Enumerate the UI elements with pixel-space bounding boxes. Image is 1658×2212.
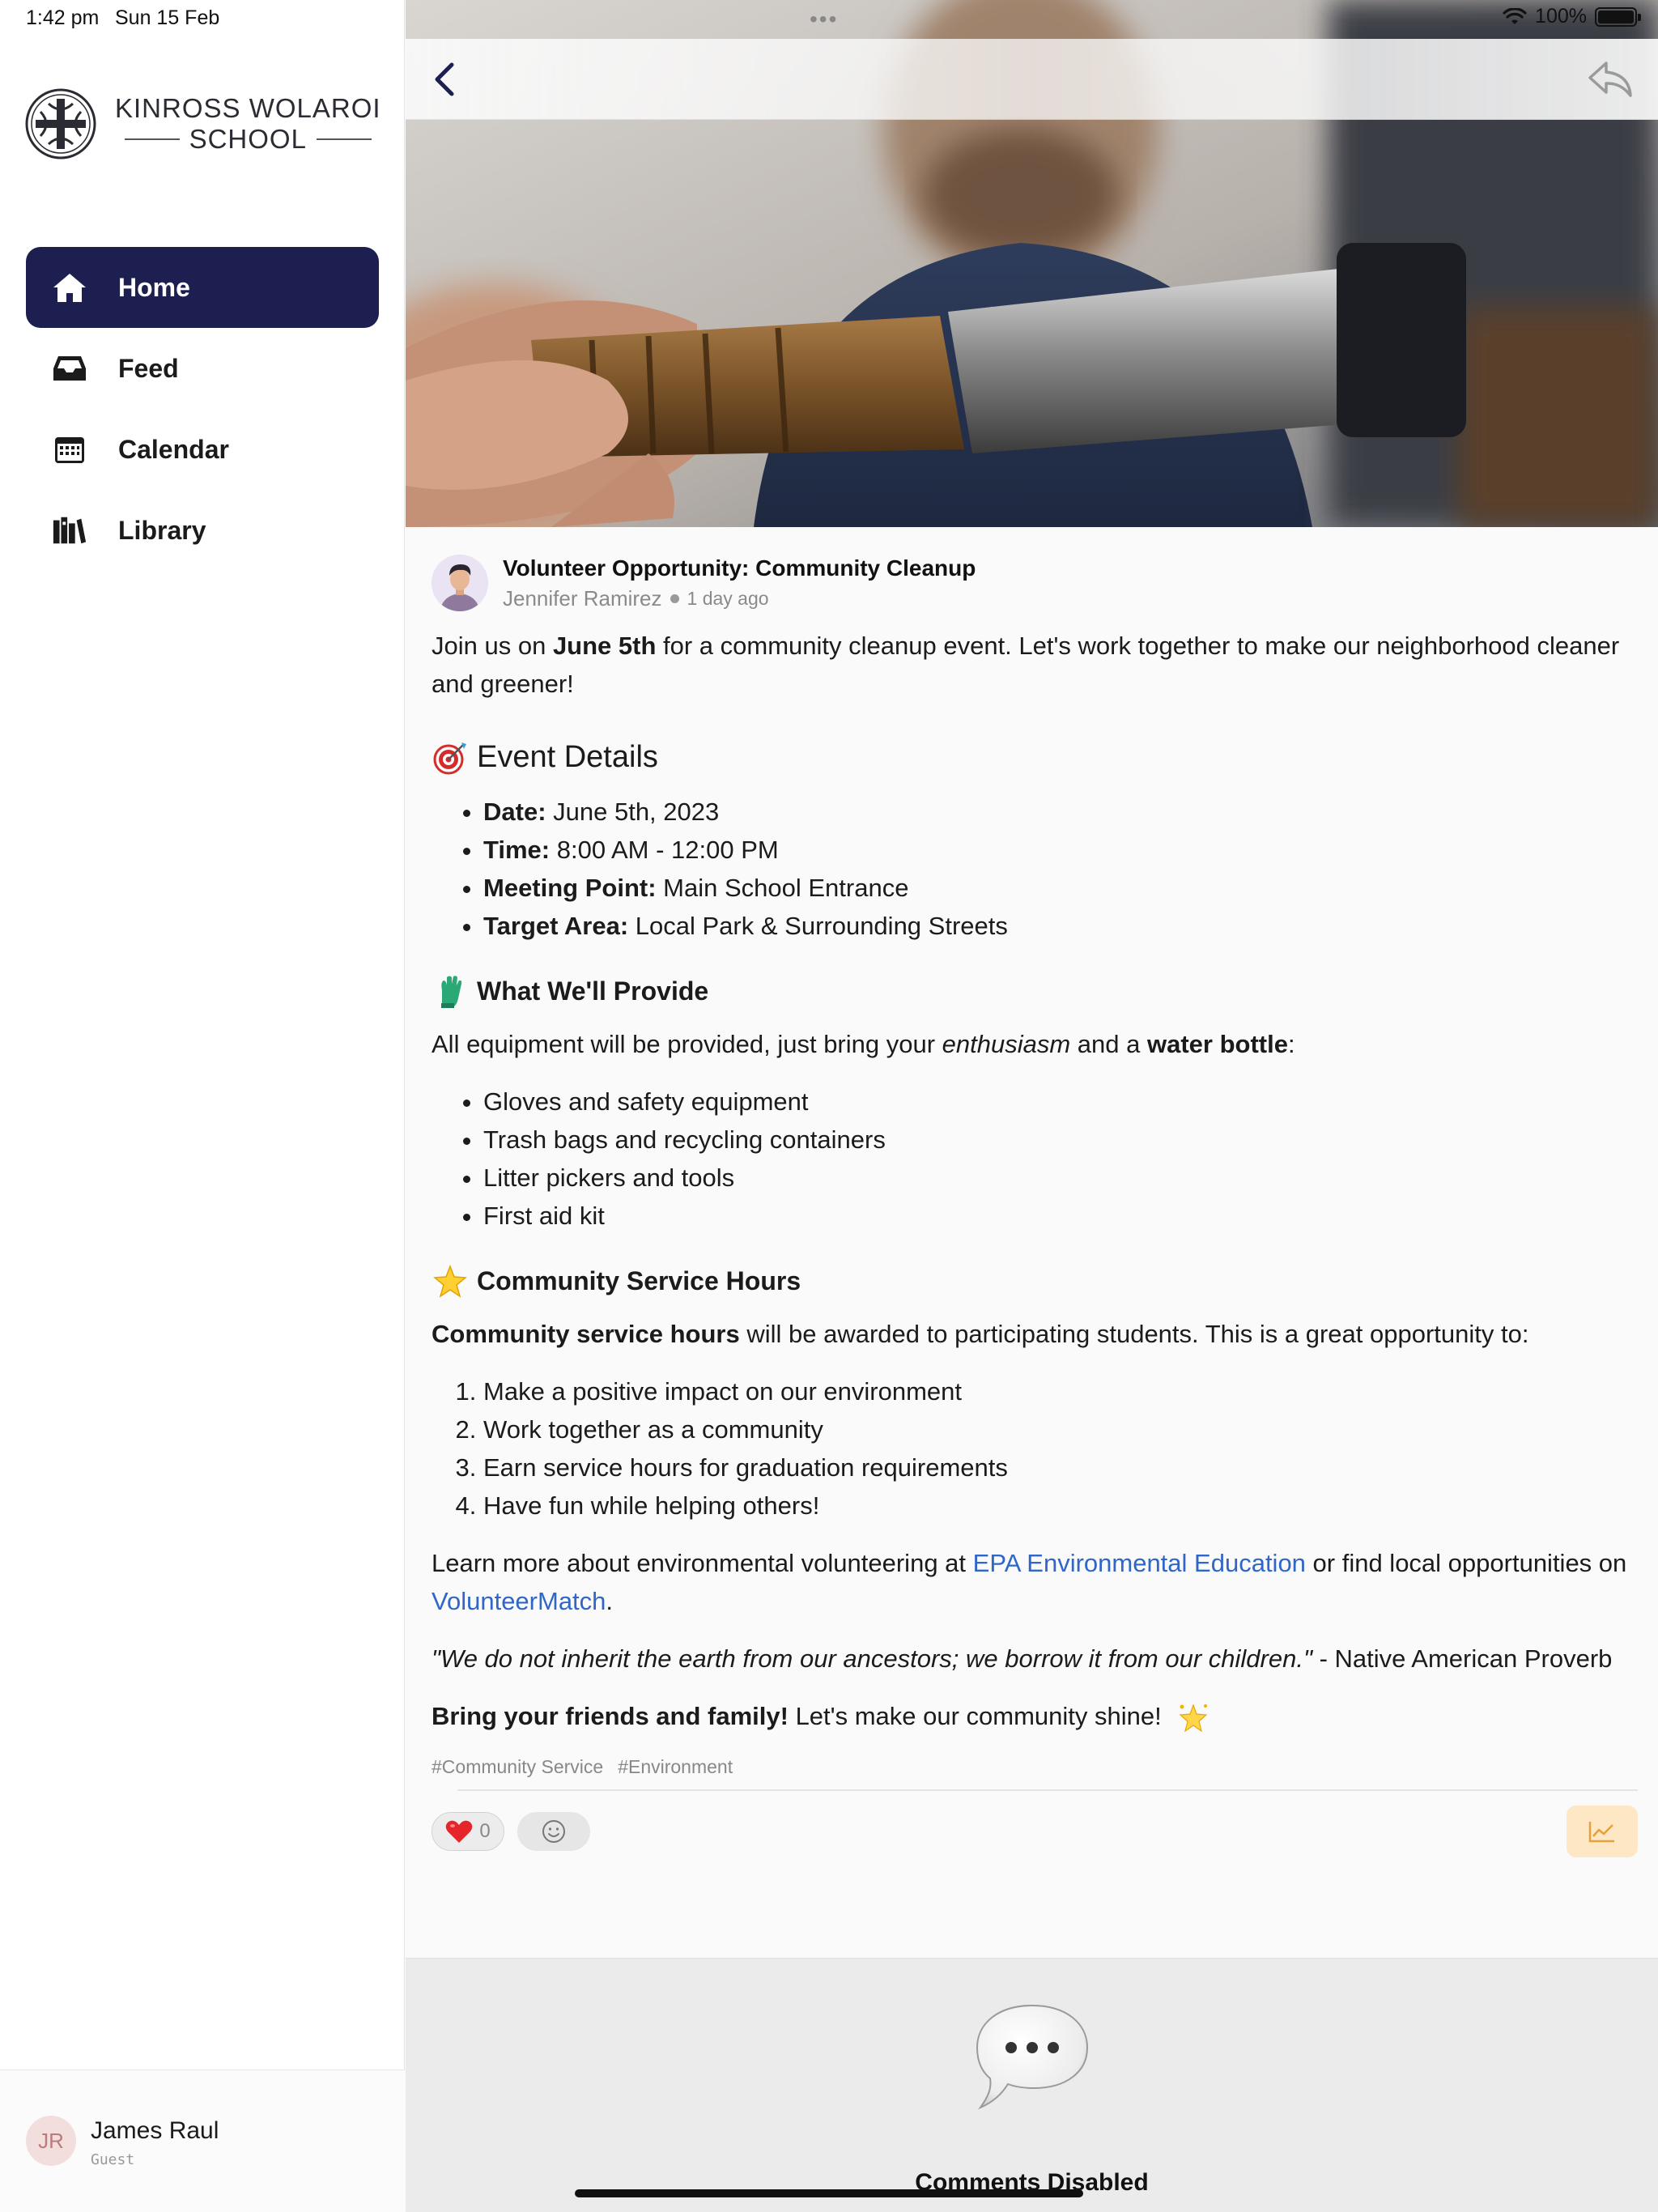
list-item: Earn service hours for graduation requir…: [483, 1448, 1638, 1487]
list-item: Meeting Point: Main School Entrance: [483, 869, 1638, 907]
sidebar-item-label: Calendar: [118, 434, 229, 464]
list-item: Work together as a community: [483, 1410, 1638, 1448]
user-profile[interactable]: JR James Raul Guest: [0, 2069, 405, 2212]
post-tags: #Community Service #Environment: [432, 1756, 1638, 1778]
intro-paragraph: Join us on June 5th for a community clea…: [432, 632, 1620, 698]
school-name-line2: SCHOOL: [189, 124, 307, 154]
heart-reaction-button[interactable]: 0: [432, 1811, 504, 1851]
speech-bubble-icon: [976, 2004, 1089, 2110]
post-time: 1 day ago: [687, 587, 769, 609]
sidebar-item-label: Library: [118, 515, 206, 545]
provide-title: What We'll Provide: [477, 976, 709, 1006]
hours-heading: Community Service Hours: [432, 1262, 1638, 1300]
status-indicators: 100%: [1503, 5, 1641, 28]
list-item: Make a positive impact on our environmen…: [483, 1372, 1638, 1410]
home-indicator[interactable]: [575, 2189, 1083, 2197]
status-time: 1:42 pm: [26, 6, 100, 29]
school-name-line1: KINROSS WOLAROI: [115, 93, 381, 123]
sidebar-item-label: Home: [118, 272, 190, 302]
list-item: First aid kit: [483, 1197, 1638, 1235]
star-icon: [432, 1263, 469, 1300]
volunteermatch-link[interactable]: VolunteerMatch: [432, 1587, 606, 1615]
target-icon: [432, 739, 469, 776]
analytics-button[interactable]: [1567, 1805, 1638, 1857]
post-author[interactable]: Jennifer Ramirez: [503, 586, 662, 611]
school-crest-icon: [25, 88, 96, 160]
battery-icon: [1595, 6, 1641, 27]
event-details-list: Date: June 5th, 2023 Time: 8:00 AM - 12:…: [432, 793, 1638, 945]
separator-dot: [670, 593, 679, 603]
list-item: Have fun while helping others!: [483, 1487, 1638, 1525]
sidebar: KINROSS WOLAROI SCHOOL Home Feed Calenda…: [0, 0, 405, 2212]
tag[interactable]: #Community Service: [432, 1756, 603, 1778]
battery-percent: 100%: [1535, 5, 1587, 28]
provide-heading: What We'll Provide: [432, 972, 1638, 1010]
avatar: JR: [26, 2116, 76, 2166]
quote-paragraph: "We do not inherit the earth from our an…: [432, 1644, 1613, 1673]
event-details-heading: Event Details: [432, 738, 1638, 776]
list-item: Time: 8:00 AM - 12:00 PM: [483, 831, 1638, 869]
sidebar-item-feed[interactable]: Feed: [26, 328, 379, 409]
epa-link[interactable]: EPA Environmental Education: [973, 1549, 1306, 1577]
hours-paragraph: Community service hours will be awarded …: [432, 1320, 1529, 1348]
learn-more-paragraph: Learn more about environmental volunteer…: [432, 1549, 1627, 1615]
status-bar: 1:42 pm Sun 15 Feb ••• 100%: [0, 0, 1658, 39]
author-avatar[interactable]: [432, 555, 488, 611]
post: Volunteer Opportunity: Community Cleanup…: [432, 551, 1638, 1857]
post-detail: Volunteer Opportunity: Community Cleanup…: [406, 0, 1658, 2212]
school-logo[interactable]: KINROSS WOLAROI SCHOOL: [24, 87, 381, 160]
inbox-icon: [52, 351, 87, 386]
post-header: Volunteer Opportunity: Community Cleanup…: [432, 551, 1638, 615]
provide-paragraph: All equipment will be provided, just bri…: [432, 1030, 1295, 1058]
glove-icon: [432, 973, 469, 1010]
line-chart-icon: [1588, 1821, 1614, 1843]
reactions-bar: 0: [432, 1805, 1638, 1857]
home-icon: [52, 270, 87, 305]
event-details-title: Event Details: [477, 740, 658, 774]
heart-icon: [446, 1820, 473, 1843]
post-title: Volunteer Opportunity: Community Cleanup: [503, 555, 976, 581]
wifi-icon: [1503, 7, 1527, 24]
hours-list: Make a positive impact on our environmen…: [432, 1372, 1638, 1525]
hours-title: Community Service Hours: [477, 1266, 801, 1295]
list-item: Gloves and safety equipment: [483, 1083, 1638, 1121]
navigation-bar: [406, 39, 1658, 120]
sidebar-item-home[interactable]: Home: [26, 247, 379, 328]
share-arrow-icon: [1588, 62, 1632, 97]
sidebar-item-label: Feed: [118, 353, 179, 383]
sparkle-star-icon: [1175, 1699, 1212, 1737]
tag[interactable]: #Environment: [618, 1756, 733, 1778]
heart-count: 0: [479, 1819, 491, 1842]
comments-section: Comments Disabled: [406, 1958, 1658, 2212]
chevron-left-icon: [435, 62, 454, 96]
calendar-icon: [52, 432, 87, 467]
add-reaction-button[interactable]: [517, 1811, 590, 1851]
user-name: James Raul: [91, 2117, 219, 2144]
list-item: Target Area: Local Park & Surrounding St…: [483, 907, 1638, 945]
smiley-icon: [542, 1819, 565, 1843]
list-item: Date: June 5th, 2023: [483, 793, 1638, 831]
status-date: Sun 15 Feb: [115, 6, 220, 29]
post-body: Join us on June 5th for a community clea…: [432, 627, 1638, 1737]
sidebar-item-library[interactable]: Library: [26, 490, 379, 571]
back-button[interactable]: [422, 57, 467, 102]
share-button[interactable]: [1582, 55, 1639, 104]
sidebar-nav: Home Feed Calendar Library: [26, 247, 379, 571]
closing-paragraph: Bring your friends and family! Let's mak…: [432, 1697, 1638, 1737]
list-item: Litter pickers and tools: [483, 1159, 1638, 1197]
books-icon: [52, 513, 87, 548]
provide-list: Gloves and safety equipment Trash bags a…: [432, 1083, 1638, 1235]
multitasking-dots[interactable]: •••: [810, 6, 838, 32]
sidebar-item-calendar[interactable]: Calendar: [26, 409, 379, 490]
user-role: Guest: [91, 2151, 135, 2168]
list-item: Trash bags and recycling containers: [483, 1121, 1638, 1159]
divider: [457, 1789, 1638, 1791]
